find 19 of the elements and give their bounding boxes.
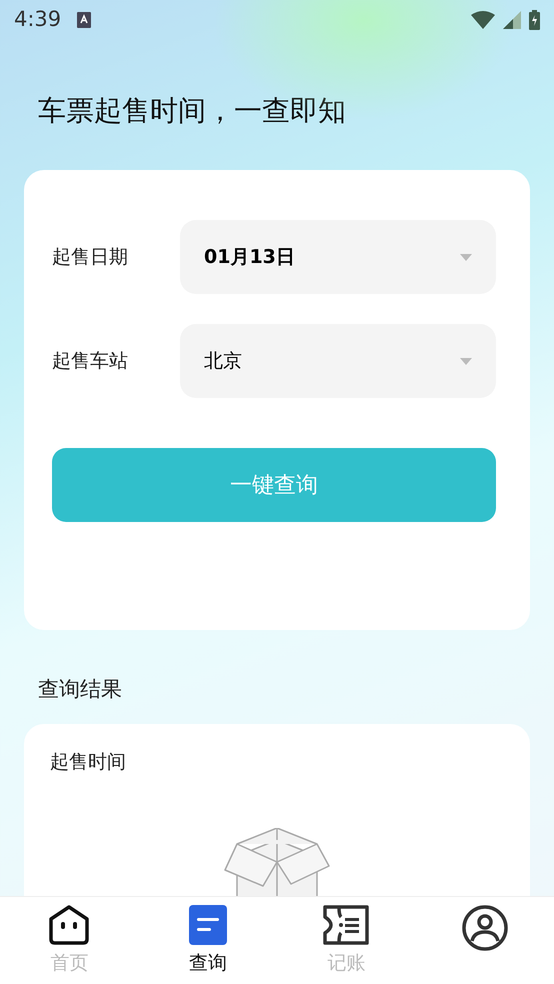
ticket-icon — [323, 905, 370, 945]
wifi-icon — [471, 11, 495, 29]
caret-icon — [460, 254, 472, 260]
field-label: 起售车站 — [52, 348, 129, 374]
field-label: 起售日期 — [52, 244, 129, 270]
nav-tab[interactable]: 查询 — [138, 897, 277, 984]
user-icon — [462, 905, 508, 951]
list-icon — [188, 905, 227, 945]
house-icon — [48, 905, 90, 945]
dropdown-field[interactable]: 01月13日 — [180, 220, 496, 294]
section-title: 查询结果 — [38, 676, 123, 703]
battery-icon — [529, 10, 540, 30]
status-time: 4:39 — [14, 6, 62, 34]
signal-icon — [503, 11, 521, 29]
card-title: 起售时间 — [50, 750, 127, 774]
page-heading: 车票起售时间，一查即知 — [38, 93, 347, 129]
caret-icon — [460, 358, 472, 364]
keyboard-icon — [77, 12, 92, 28]
dropdown-field[interactable]: 北京 — [180, 324, 496, 398]
